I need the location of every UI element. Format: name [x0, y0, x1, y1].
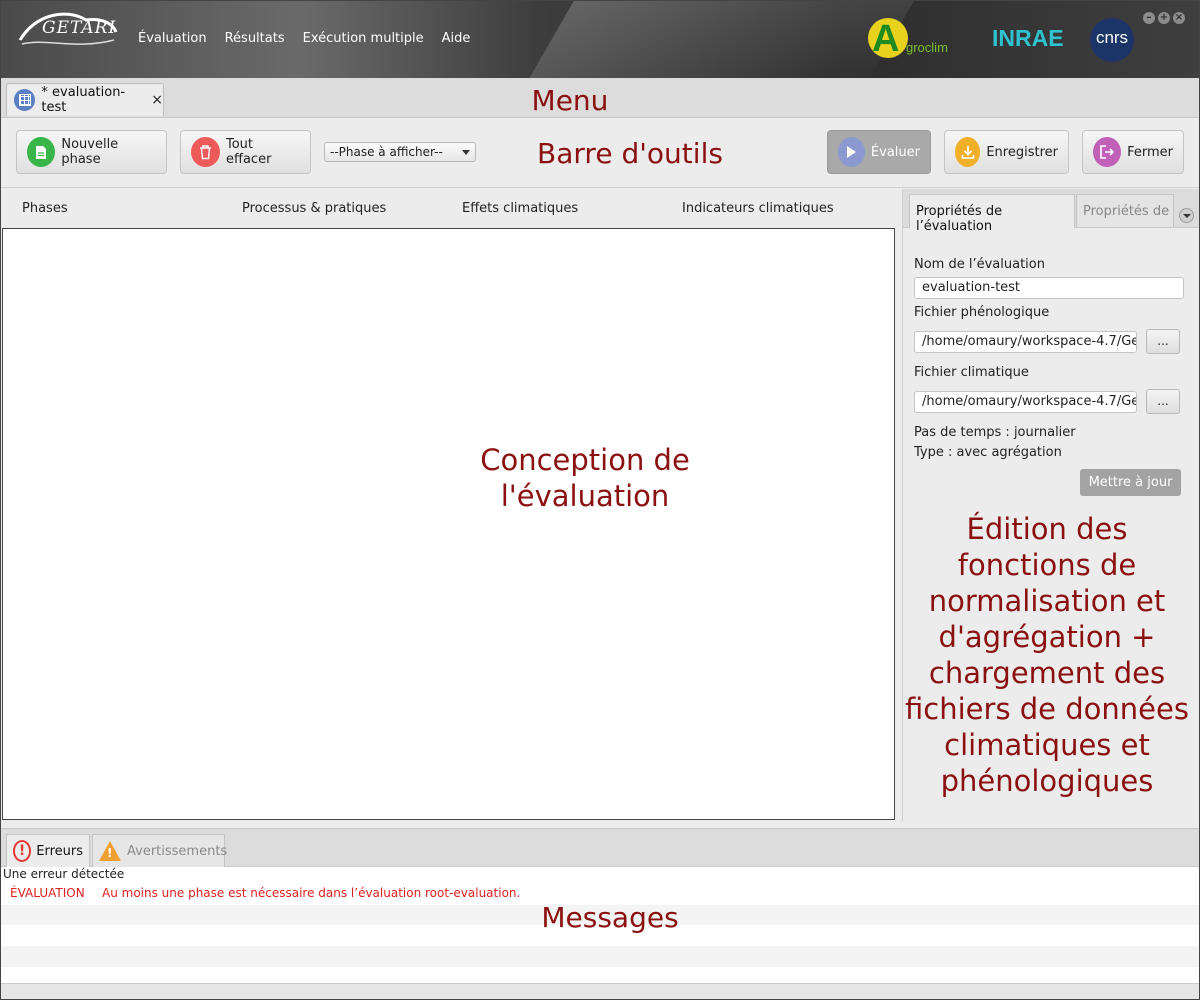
design-column-headers: Phases Processus & pratiques Effets clim…: [0, 189, 896, 228]
messages-tab-strip: ! Erreurs ! Avertissements: [0, 828, 1200, 867]
tab-evaluation-properties[interactable]: Propriétés de l’évaluation: [909, 194, 1075, 234]
cnrs-logo: cnrs: [1090, 18, 1134, 62]
close-button[interactable]: Fermer: [1082, 130, 1184, 174]
column-climatic-effects: Effets climatiques: [462, 201, 579, 216]
phenological-file-label: Fichier phénologique: [914, 305, 1050, 320]
menu-multiple-execution[interactable]: Exécution multiple: [303, 31, 424, 46]
close-window-icon[interactable]: ×: [1173, 12, 1185, 24]
download-icon: [955, 137, 981, 167]
column-phases: Phases: [22, 201, 68, 216]
app-header: GETARI Évaluation Résultats Exécution mu…: [0, 0, 1200, 78]
tab-other-properties[interactable]: Propriétés de l’: [1076, 194, 1174, 227]
annotation-toolbar: Barre d'outils: [537, 137, 723, 170]
tab-errors[interactable]: ! Erreurs: [6, 834, 90, 867]
phase-select[interactable]: --Phase à afficher--: [324, 142, 476, 162]
tab-label: * evaluation-test: [41, 85, 126, 115]
message-text: Au moins une phase est nécessaire dans l…: [102, 886, 521, 900]
browse-phenological-button[interactable]: ...: [1146, 329, 1180, 354]
logo-text: GETARI: [42, 18, 117, 38]
exit-icon: [1093, 137, 1122, 167]
annotation-messages: Messages: [541, 901, 679, 934]
type-text: Type : avec agrégation: [914, 445, 1062, 460]
menu-results[interactable]: Résultats: [225, 31, 285, 46]
inrae-logo: INRAE: [992, 25, 1064, 51]
annotation-edition: Édition des fonctions de normalisation e…: [905, 512, 1189, 798]
climatic-file-label: Fichier climatique: [914, 365, 1029, 380]
document-icon: [27, 137, 56, 167]
table-row: [0, 946, 1200, 967]
browse-climatic-button[interactable]: ...: [1146, 389, 1180, 414]
agroclim-logo: A groclim: [868, 18, 968, 62]
column-processes: Processus & pratiques: [242, 201, 387, 216]
trash-icon: [191, 137, 220, 167]
warning-icon: !: [99, 841, 121, 861]
evaluation-design-canvas[interactable]: [2, 228, 895, 820]
new-phase-button[interactable]: Nouvelle phase: [16, 130, 167, 174]
update-button[interactable]: Mettre à jour: [1080, 469, 1181, 496]
minimize-icon[interactable]: –: [1143, 12, 1155, 24]
menu-help[interactable]: Aide: [442, 31, 471, 46]
evaluate-button[interactable]: Évaluer: [827, 130, 931, 174]
climatic-file-input[interactable]: /home/omaury/workspace-4.7/Getari: [914, 391, 1137, 413]
clear-all-button[interactable]: Tout effacer: [180, 130, 311, 174]
message-category: ÉVALUATION: [10, 886, 85, 900]
maximize-icon[interactable]: +: [1158, 12, 1170, 24]
status-bar: [0, 983, 1200, 1000]
annotation-menu: Menu: [531, 84, 609, 117]
phenological-file-input[interactable]: /home/omaury/workspace-4.7/Getari: [914, 331, 1137, 353]
annotation-design: Conception de l'évaluation: [480, 443, 690, 513]
close-tab-icon[interactable]: ×: [151, 92, 163, 108]
tab-list-menu-icon[interactable]: [1179, 208, 1194, 223]
column-climatic-indicators: Indicateurs climatiques: [682, 201, 834, 216]
play-icon: [838, 137, 865, 167]
save-button[interactable]: Enregistrer: [944, 130, 1069, 174]
evaluation-name-label: Nom de l’évaluation: [914, 257, 1045, 272]
tab-evaluation-test[interactable]: * evaluation-test ×: [6, 83, 164, 116]
menu-bar: Évaluation Résultats Exécution multiple …: [138, 31, 470, 46]
calculator-icon: [14, 89, 36, 111]
chevron-down-icon: [462, 150, 470, 155]
menu-evaluation[interactable]: Évaluation: [138, 31, 207, 46]
properties-tab-strip: Propriétés de l’évaluation Propriétés de…: [903, 189, 1200, 234]
timestep-text: Pas de temps : journalier: [914, 425, 1076, 440]
tab-warnings[interactable]: ! Avertissements: [92, 834, 227, 867]
error-count-status: Une erreur détectée: [3, 867, 125, 881]
evaluation-name-input[interactable]: evaluation-test: [914, 277, 1184, 299]
error-icon: !: [13, 840, 32, 862]
